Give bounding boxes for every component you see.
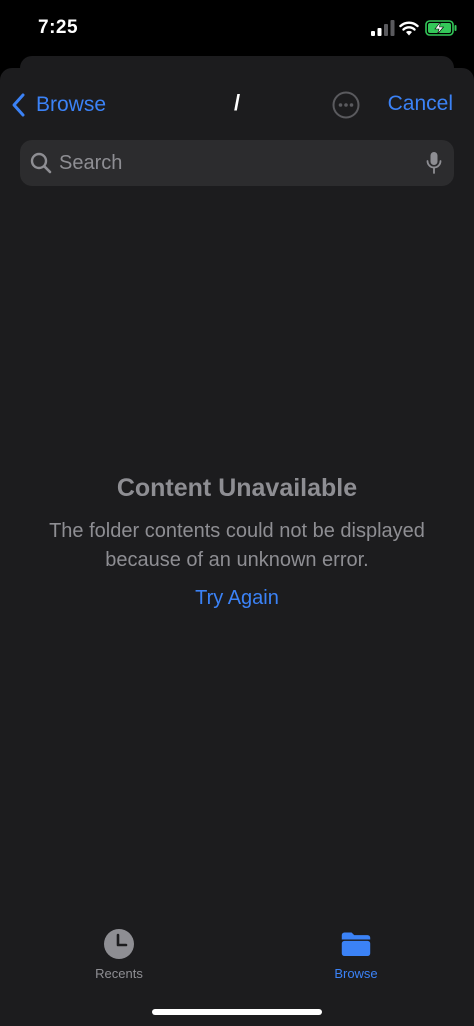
try-again-button[interactable]: Try Again xyxy=(195,587,279,610)
search-placeholder: Search xyxy=(59,152,123,174)
navigation-bar: Browse / Cancel xyxy=(0,80,474,128)
tab-browse-label: Browse xyxy=(334,966,378,981)
empty-state: Content Unavailable The folder contents … xyxy=(0,474,474,610)
cancel-button[interactable]: Cancel xyxy=(388,92,453,116)
home-indicator xyxy=(152,1009,322,1015)
search-input[interactable]: Search xyxy=(20,140,454,186)
folder-icon xyxy=(341,932,371,956)
page-title: / xyxy=(233,90,241,115)
wifi-icon xyxy=(399,21,419,36)
tab-recents[interactable]: Recents xyxy=(59,928,179,981)
search-icon xyxy=(30,152,52,174)
back-button[interactable]: Browse xyxy=(10,91,106,119)
chevron-left-icon xyxy=(12,93,25,117)
status-bar: 7:25 xyxy=(0,0,474,56)
status-time: 7:25 xyxy=(38,17,79,38)
battery-charging-icon xyxy=(425,20,457,36)
clock-icon xyxy=(104,929,134,959)
back-button-label: Browse xyxy=(36,93,107,116)
empty-state-message: The folder contents could not be display… xyxy=(49,520,425,571)
cellular-signal-icon xyxy=(371,20,395,36)
tab-browse[interactable]: Browse xyxy=(296,928,416,981)
empty-state-title: Content Unavailable xyxy=(116,474,358,502)
tab-recents-label: Recents xyxy=(95,966,143,981)
microphone-icon[interactable] xyxy=(426,151,442,175)
more-options-icon[interactable] xyxy=(332,91,360,119)
